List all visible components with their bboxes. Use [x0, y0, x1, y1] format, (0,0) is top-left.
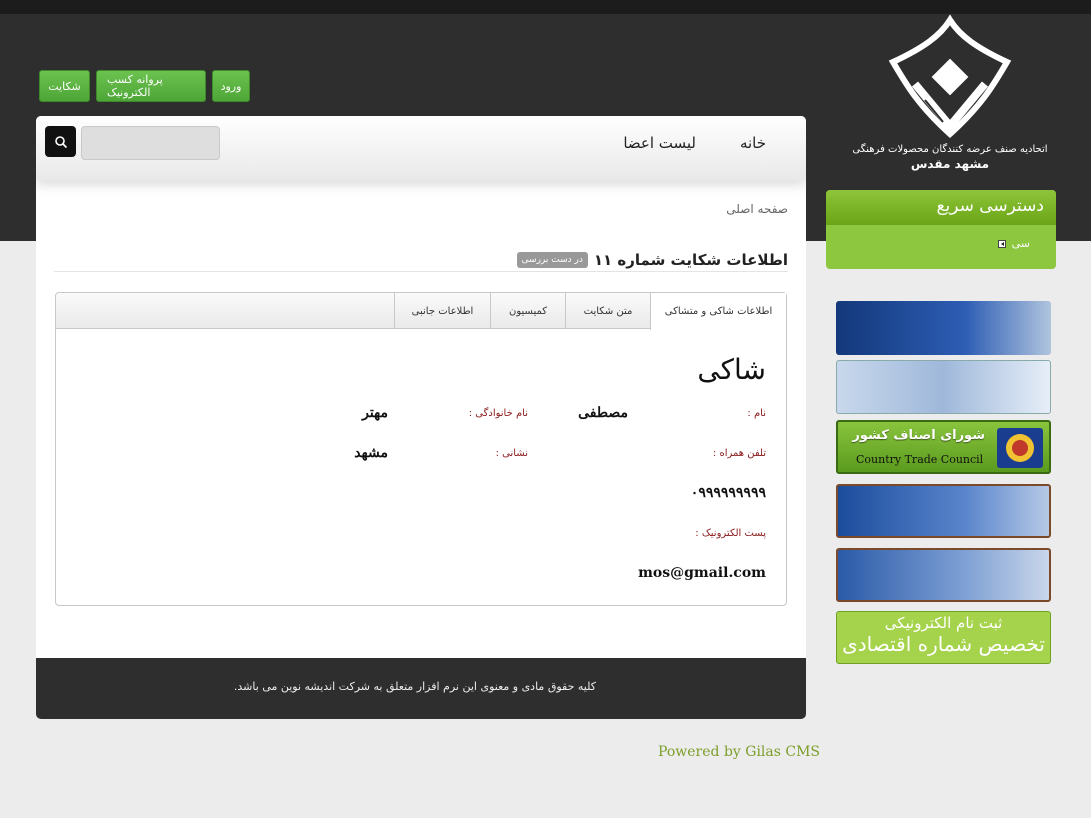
complaint-button[interactable]: شکایت — [39, 70, 90, 102]
status-badge: در دست بررسی — [516, 251, 588, 268]
site-logo[interactable]: اتحادیه صنف عرضه کنندگان محصولات فرهنگی … — [840, 14, 1060, 186]
login-button[interactable]: ورود — [212, 70, 250, 102]
banner-trade-council-subtitle: Country Trade Council — [856, 453, 984, 466]
top-buttons: شکایت پروانه کسب الکترونیک ورود — [39, 70, 250, 102]
banner-econ-line1: ثبت نام الکترونیکی — [884, 614, 1003, 632]
family-label: نام خانوادگی : — [468, 408, 528, 419]
quick-access-title: دسترسی سریع — [826, 190, 1056, 225]
banner-country-trade-council[interactable]: شورای اصناف کشور Country Trade Council — [836, 420, 1051, 474]
tab-bar: اطلاعات شاکی و متشاکی متن شکایت کمیسیون … — [56, 293, 786, 330]
address-value: مشهد — [354, 445, 388, 461]
mobile-value: ۰۹۹۹۹۹۹۹۹۹ — [690, 485, 766, 501]
name-label: نام : — [747, 408, 766, 419]
complaint-panel: اطلاعات شاکی و متشاکی متن شکایت کمیسیون … — [55, 292, 787, 606]
search-input[interactable] — [81, 126, 220, 160]
family-value: مهتر — [362, 405, 388, 421]
quick-item-label: سی — [1011, 237, 1030, 250]
main-content: خانه لیست اعضا صفحه اصلی اطلاعات شکایت ش… — [36, 116, 806, 719]
top-strip — [0, 0, 1091, 14]
quick-access-box: دسترسی سریع سی — [826, 190, 1056, 269]
email-value: mos@gmail.com — [638, 565, 766, 581]
org-city: مشهد مقدس — [910, 157, 990, 171]
search-button[interactable] — [45, 126, 76, 157]
banner-industry-ministry[interactable] — [836, 484, 1051, 538]
tab-complaint-text[interactable]: متن شکایت — [565, 293, 650, 329]
page-title: اطلاعات شکایت شماره ۱۱ — [593, 250, 788, 269]
banner-economic-number[interactable]: ثبت نام الکترونیکی تخصیص شماره اقتصادی — [836, 611, 1051, 664]
banner-consumer-protection[interactable] — [836, 548, 1051, 602]
address-label: نشانی : — [495, 448, 528, 459]
org-name: اتحادیه صنف عرضه کنندگان محصولات فرهنگی — [852, 144, 1048, 155]
copyright-text: کلیه حقوق مادی و معنوی این نرم افزار متع… — [233, 680, 596, 693]
mobile-label: تلفن همراه : — [712, 448, 766, 459]
quick-access-item[interactable]: سی — [997, 237, 1030, 250]
name-value: مصطفی — [578, 405, 628, 421]
logo-emblem-icon — [888, 14, 1012, 139]
page-title-row: اطلاعات شکایت شماره ۱۱ در دست بررسی — [54, 248, 788, 272]
e-license-button[interactable]: پروانه کسب الکترونیک — [96, 70, 206, 102]
nav-members-link[interactable]: لیست اعضا — [623, 134, 696, 152]
search-icon — [54, 135, 67, 148]
section-title: شاکی — [697, 353, 766, 386]
nav-home-link[interactable]: خانه — [740, 134, 766, 152]
trade-council-logo-icon — [997, 428, 1043, 468]
tab-commission[interactable]: کمیسیون — [490, 293, 565, 329]
banner-trade-council-title: شورای اصناف کشور — [852, 428, 985, 443]
banner-leader-office[interactable] — [836, 301, 1051, 355]
footer: کلیه حقوق مادی و معنوی این نرم افزار متع… — [36, 658, 806, 719]
banner-econ-line2: تخصیص شماره اقتصادی — [842, 632, 1045, 656]
tab-parties-info[interactable]: اطلاعات شاکی و متشاکی — [650, 293, 786, 330]
tab-side-info[interactable]: اطلاعات جانبی — [394, 293, 490, 329]
nav-bar: خانه لیست اعضا — [36, 116, 806, 180]
breadcrumb[interactable]: صفحه اصلی — [726, 202, 788, 216]
email-label: پست الکترونیک : — [695, 528, 766, 539]
arrow-bullet-icon — [997, 239, 1006, 248]
banner-presidency[interactable] — [836, 360, 1051, 414]
powered-by-link[interactable]: Powered by Gilas CMS — [658, 744, 820, 760]
